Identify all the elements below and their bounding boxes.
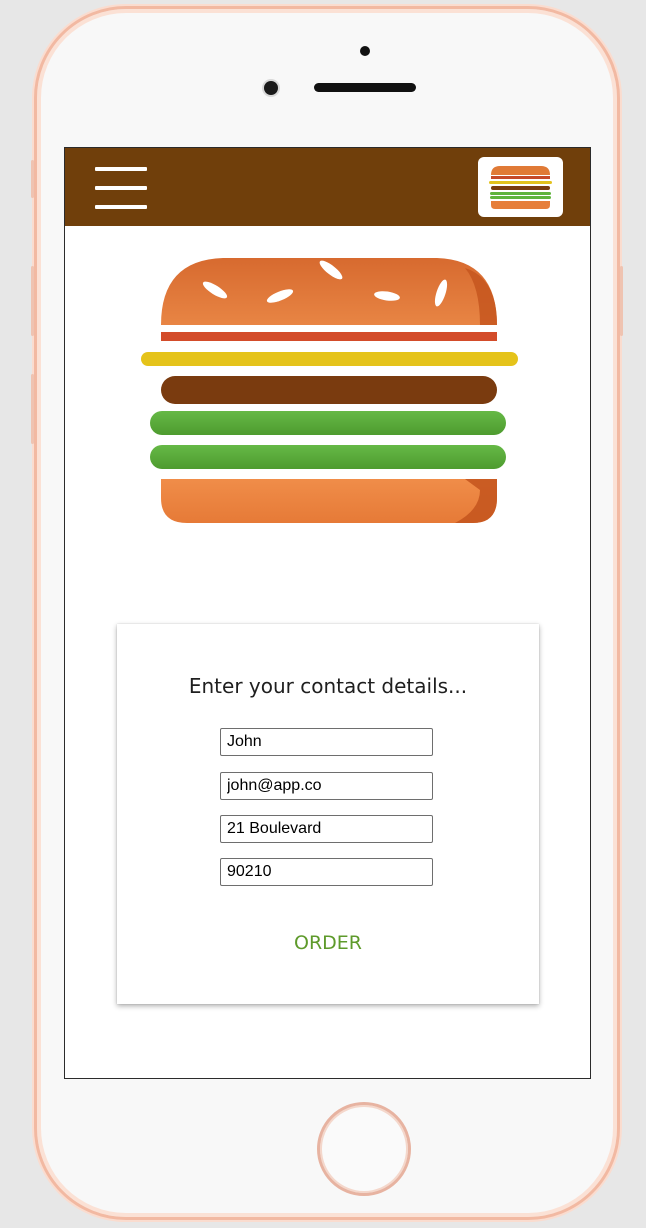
burger-illustration (135, 248, 525, 538)
name-field[interactable] (220, 728, 433, 756)
home-button[interactable] (317, 1102, 411, 1196)
top-bar (65, 148, 590, 226)
app-screen: Enter your contact details... ORDER (64, 147, 591, 1079)
front-camera (264, 81, 278, 95)
hamburger-menu-icon[interactable] (95, 167, 147, 209)
earpiece-speaker (314, 83, 416, 92)
order-button[interactable]: ORDER (117, 932, 539, 954)
form-title: Enter your contact details... (188, 674, 468, 698)
power-button (620, 266, 623, 336)
volume-down-button (31, 374, 34, 444)
address-field[interactable] (220, 815, 433, 843)
email-field[interactable] (220, 772, 433, 800)
zip-field[interactable] (220, 858, 433, 886)
burger-logo-icon[interactable] (478, 157, 563, 217)
mute-switch (31, 160, 34, 198)
proximity-sensor (360, 46, 370, 56)
contact-form-card: Enter your contact details... ORDER (117, 624, 539, 1004)
volume-up-button (31, 266, 34, 336)
